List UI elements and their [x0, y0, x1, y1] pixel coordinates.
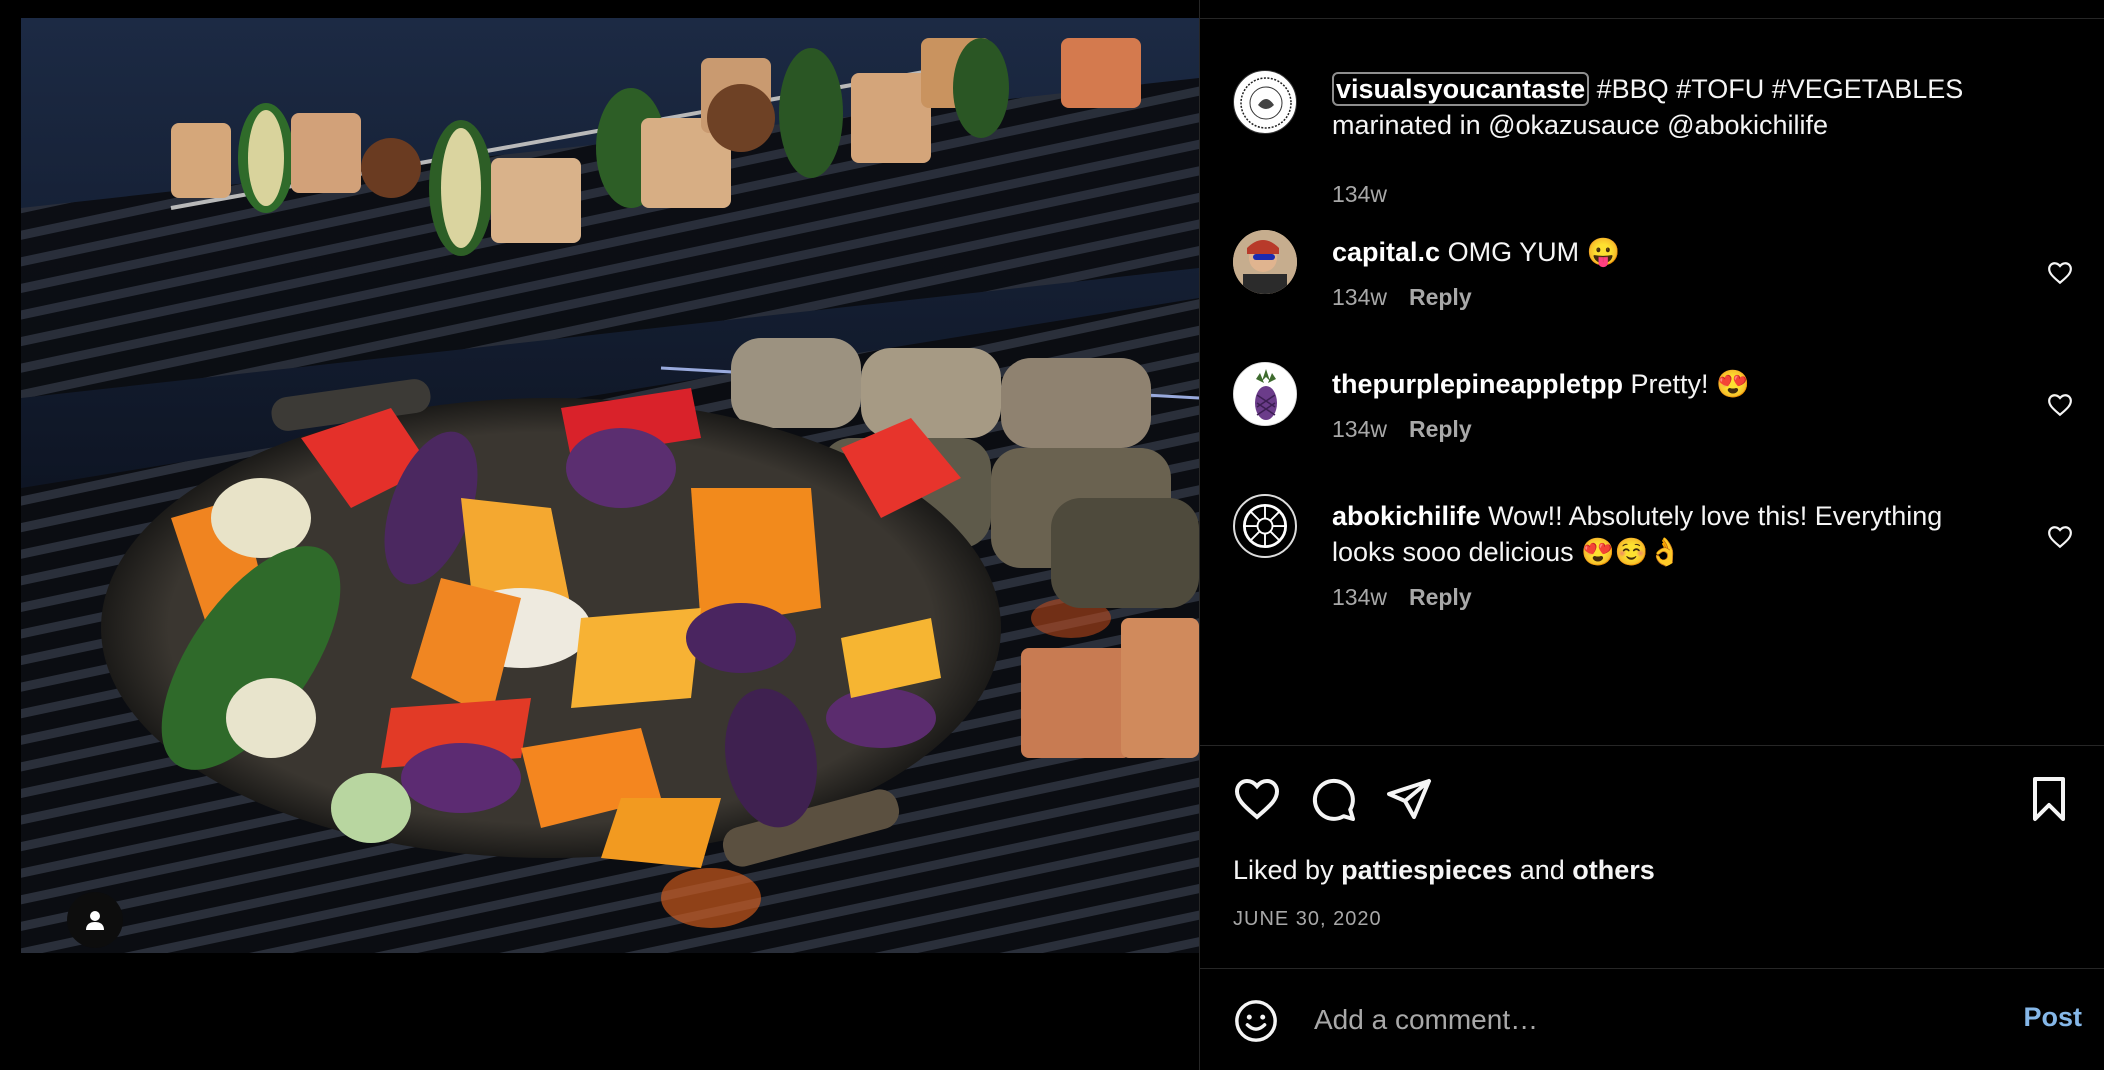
person-icon [86, 911, 104, 930]
tagged-users-button[interactable] [67, 892, 123, 948]
comment-item: abokichilife Wow!! Absolutely love this!… [1233, 494, 2073, 624]
divider [1200, 18, 2104, 19]
comment-text: Pretty! 😍 [1630, 369, 1750, 399]
author-avatar[interactable] [1233, 70, 1297, 134]
reply-button[interactable]: Reply [1409, 584, 1472, 610]
seal-logo-icon [1237, 74, 1295, 132]
comment-age[interactable]: 134w [1332, 416, 1387, 442]
heart-icon[interactable] [2047, 524, 2073, 550]
likes-prefix: Liked by [1233, 855, 1334, 885]
comment-meta: 134w Reply [1332, 584, 1472, 611]
comment-composer: Post [1200, 968, 2104, 1070]
post-comment-button[interactable]: Post [2023, 1002, 2082, 1033]
comment-input[interactable] [1312, 996, 1876, 1044]
reply-button[interactable]: Reply [1409, 284, 1472, 310]
comment-item: capital.c OMG YUM 😛 134w Reply [1233, 230, 2073, 320]
post-details-panel: visualsyoucantaste #BBQ #TOFU #VEGETABLE… [1199, 0, 2104, 1070]
heart-icon[interactable] [1233, 775, 1281, 823]
post-date[interactable]: JUNE 30, 2020 [1233, 908, 1382, 931]
comment-item: thepurplepineappletpp Pretty! 😍 134w Repl… [1233, 362, 2073, 452]
speech-bubble-icon[interactable] [1309, 775, 1357, 823]
reply-button[interactable]: Reply [1409, 416, 1472, 442]
profile-photo-icon [1233, 230, 1297, 294]
commenter-avatar[interactable] [1233, 362, 1297, 426]
comments-list[interactable]: visualsyoucantaste #BBQ #TOFU #VEGETABLE… [1200, 40, 2104, 740]
comment-age[interactable]: 134w [1332, 284, 1387, 310]
liked-by-user-link[interactable]: pattiespieces [1341, 855, 1512, 885]
commenter-avatar[interactable] [1233, 230, 1297, 294]
caption-meta: 134w [1332, 181, 1387, 208]
pineapple-icon [1234, 363, 1296, 425]
post-photo[interactable] [21, 18, 1199, 953]
divider [1200, 745, 2104, 746]
likes-joiner: and [1519, 855, 1565, 885]
heart-icon[interactable] [2047, 392, 2073, 418]
bookmark-icon[interactable] [2025, 775, 2073, 823]
comment-text: OMG YUM 😛 [1447, 237, 1621, 267]
likes-summary: Liked by pattiespieces and others [1233, 855, 1655, 886]
wheel-logo-icon [1242, 503, 1288, 549]
commenter-username[interactable]: capital.c [1332, 237, 1440, 267]
post-caption: visualsyoucantaste #BBQ #TOFU #VEGETABLE… [1233, 70, 2073, 207]
commenter-username[interactable]: thepurplepineappletpp [1332, 369, 1623, 399]
comment-meta: 134w Reply [1332, 284, 1472, 311]
likes-others-link[interactable]: others [1572, 855, 1655, 885]
smiley-icon[interactable] [1233, 998, 1279, 1044]
post-action-bar [1233, 775, 2073, 825]
paper-plane-icon[interactable] [1385, 775, 1433, 823]
commenter-username[interactable]: abokichilife [1332, 501, 1481, 531]
caption-age[interactable]: 134w [1332, 181, 1387, 207]
comment-age[interactable]: 134w [1332, 584, 1387, 610]
comment-meta: 134w Reply [1332, 416, 1472, 443]
commenter-avatar[interactable] [1233, 494, 1297, 558]
author-username[interactable]: visualsyoucantaste [1332, 72, 1590, 106]
heart-icon[interactable] [2047, 260, 2073, 286]
